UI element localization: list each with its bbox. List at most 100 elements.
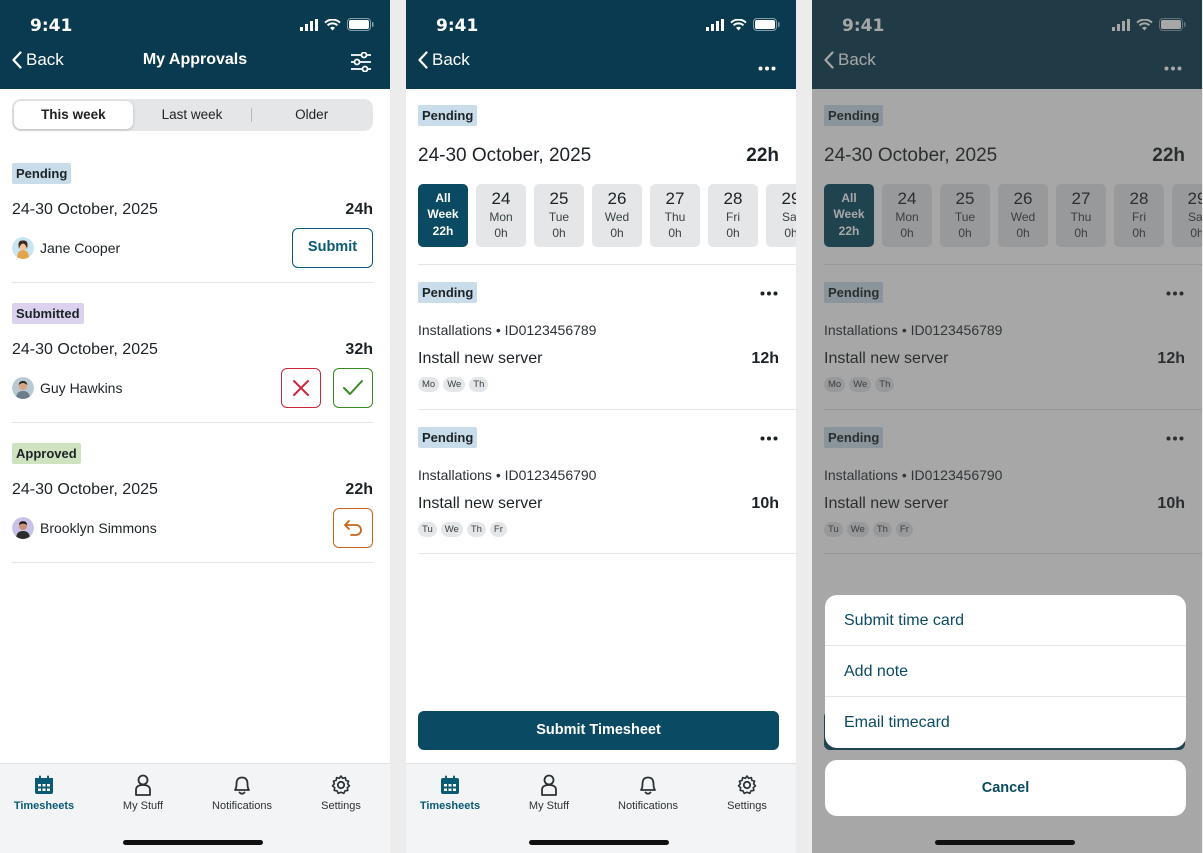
card-date: 24-30 October, 2025	[12, 201, 158, 218]
tab-label: Settings	[727, 800, 767, 812]
tab-my-stuff[interactable]: My Stuff	[500, 774, 598, 812]
bell-icon	[640, 776, 656, 795]
entry-more-button[interactable]	[760, 283, 778, 301]
status-badge: Approved	[12, 443, 81, 464]
entry-meta: Installations • ID0123456790	[418, 467, 597, 483]
segment-older[interactable]: Older	[252, 101, 371, 129]
gear-icon	[737, 775, 757, 795]
tab-label: Settings	[321, 800, 361, 812]
approve-button[interactable]	[333, 368, 373, 408]
card-date: 24-30 October, 2025	[12, 481, 158, 498]
entry-hours: 10h	[751, 495, 779, 512]
battery-icon	[753, 18, 780, 31]
reject-button[interactable]	[281, 368, 321, 408]
avatar	[12, 517, 34, 539]
day-all-week[interactable]: All Week 22h	[418, 184, 468, 247]
gear-icon	[331, 775, 351, 795]
x-icon	[293, 380, 309, 396]
home-indicator	[529, 840, 669, 845]
day-chips: Mo We Th	[418, 377, 489, 392]
entry-task: Install new server	[418, 495, 543, 512]
entry-meta: Installations • ID0123456789	[418, 322, 597, 338]
more-horizontal-icon	[760, 291, 778, 296]
wifi-icon	[730, 18, 747, 30]
cellular-signal-icon	[706, 18, 724, 31]
calendar-icon	[35, 775, 53, 794]
app-header: 9:41 Back	[406, 0, 796, 89]
person-icon	[541, 774, 557, 796]
day-thu[interactable]: 27 Thu 0h	[650, 184, 700, 247]
person-icon	[135, 774, 151, 796]
more-options-button[interactable]	[758, 58, 776, 76]
day-chip: Mo	[418, 377, 440, 392]
undo-button[interactable]	[333, 508, 373, 548]
tab-timesheets[interactable]: Timesheets	[0, 774, 93, 812]
time-entry[interactable]: Pending Installations • ID0123456789 Ins…	[418, 264, 796, 409]
filter-button[interactable]	[350, 51, 372, 77]
avatar	[12, 377, 34, 399]
tab-bar: Timesheets My Stuff Notifications Settin…	[0, 763, 390, 853]
status-badge: Pending	[418, 427, 478, 448]
status-badge: Pending	[418, 282, 478, 303]
back-button[interactable]: Back	[418, 50, 470, 70]
entry-hours: 12h	[751, 350, 779, 367]
person-name: Jane Cooper	[40, 240, 121, 256]
day-sat[interactable]: 29Sat0h	[766, 184, 796, 247]
add-note-option[interactable]: Add note	[825, 646, 1186, 697]
status-bar: 9:41	[406, 14, 796, 36]
approval-card[interactable]: Submitted 24-30 October, 2025 32h Guy Ha…	[12, 283, 373, 423]
day-chip: We	[440, 522, 463, 537]
time-entry[interactable]: Pending Installations • ID0123456790 Ins…	[418, 409, 796, 554]
email-timecard-option[interactable]: Email timecard	[825, 697, 1186, 748]
tab-settings[interactable]: Settings	[292, 774, 390, 812]
segment-this-week[interactable]: This week	[14, 101, 133, 129]
back-label: Back	[26, 50, 64, 69]
week-total: 22h	[746, 145, 779, 166]
tab-settings[interactable]: Settings	[698, 774, 796, 812]
day-chip: Fr	[489, 522, 507, 537]
day-wed[interactable]: 26 Wed 0h	[592, 184, 642, 247]
status-badge: Submitted	[12, 303, 84, 324]
day-tue[interactable]: 25 Tue 0h	[534, 184, 584, 247]
card-hours: 22h	[345, 481, 373, 498]
approvals-screen: 9:41 Back My Approvals This week Last we…	[0, 0, 390, 853]
week-segmented-control: This week Last week Older	[12, 99, 373, 131]
status-badge: Pending	[12, 163, 72, 184]
avatar	[12, 237, 34, 259]
back-label: Back	[432, 50, 470, 69]
battery-icon	[347, 18, 374, 31]
entry-more-button[interactable]	[760, 428, 778, 446]
approval-card[interactable]: Approved 24-30 October, 2025 22h Brookly…	[12, 423, 373, 563]
segment-last-week[interactable]: Last week	[133, 101, 252, 129]
day-fri[interactable]: 28 Fri 0h	[708, 184, 758, 247]
action-sheet: Submit time card Add note Email timecard	[825, 595, 1186, 748]
tab-label: My Stuff	[528, 800, 570, 812]
check-icon	[343, 380, 363, 395]
cancel-button[interactable]: Cancel	[825, 760, 1186, 816]
bell-icon	[234, 776, 250, 795]
status-time: 9:41	[436, 16, 479, 36]
submit-time-card-option[interactable]: Submit time card	[825, 595, 1186, 646]
person-name: Guy Hawkins	[40, 380, 123, 396]
day-chip: Tu	[418, 522, 437, 537]
submit-timesheet-button[interactable]: Submit Timesheet	[418, 711, 779, 750]
tab-timesheets[interactable]: Timesheets	[406, 774, 499, 812]
tab-my-stuff[interactable]: My Stuff	[94, 774, 192, 812]
cellular-signal-icon	[300, 18, 318, 31]
back-button[interactable]: Back	[12, 50, 64, 70]
tab-label: Notifications	[618, 800, 678, 812]
tab-label: My Stuff	[122, 800, 164, 812]
home-indicator	[123, 840, 263, 845]
chevron-left-icon	[12, 51, 22, 69]
card-hours: 24h	[345, 201, 373, 218]
tab-notifications[interactable]: Notifications	[193, 774, 291, 812]
card-date: 24-30 October, 2025	[12, 341, 158, 358]
day-mon[interactable]: 24 Mon 0h	[476, 184, 526, 247]
status-time: 9:41	[30, 16, 73, 36]
status-bar: 9:41	[0, 14, 390, 36]
tab-label: Notifications	[212, 800, 272, 812]
approval-card[interactable]: Pending 24-30 October, 2025 24h Jane Coo…	[12, 143, 373, 283]
submit-button[interactable]: Submit	[292, 228, 373, 268]
app-header: 9:41 Back My Approvals	[0, 0, 390, 89]
tab-notifications[interactable]: Notifications	[599, 774, 697, 812]
